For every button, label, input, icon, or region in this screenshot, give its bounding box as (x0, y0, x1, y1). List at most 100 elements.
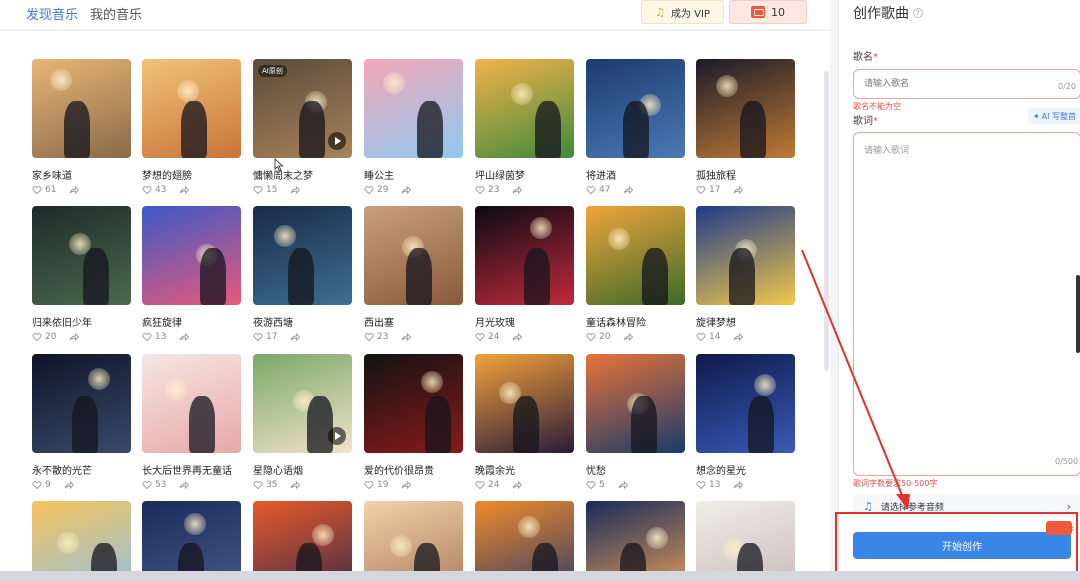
song-title[interactable]: 将进酒 (586, 167, 686, 182)
heart-icon[interactable] (586, 480, 596, 490)
share-icon[interactable] (64, 480, 74, 490)
song-card[interactable]: 坪山绿茵梦 23 (475, 59, 575, 195)
share-icon[interactable] (290, 480, 301, 490)
heart-icon[interactable] (364, 185, 374, 195)
song-card[interactable]: AI原创 慵懒周末之梦 15 (253, 59, 353, 195)
share-icon[interactable] (618, 480, 628, 490)
tab-discover-music[interactable]: 发现音乐 (26, 4, 78, 23)
song-card[interactable]: 归来依旧少年 20 (32, 206, 132, 342)
grid-scrollbar[interactable] (824, 71, 829, 371)
song-cover-image[interactable] (253, 501, 352, 581)
song-cover-image[interactable] (586, 354, 685, 453)
song-card[interactable]: 星隐心语烟 35 (253, 354, 353, 490)
song-card[interactable]: 童话森林冒险 20 (586, 206, 686, 342)
song-card[interactable] (696, 501, 796, 581)
song-cover-image[interactable] (696, 206, 795, 305)
song-card[interactable]: 疯狂旋律 13 (142, 206, 242, 342)
share-icon[interactable] (179, 185, 190, 195)
song-cover-image[interactable] (142, 501, 241, 581)
share-icon[interactable] (512, 185, 523, 195)
heart-icon[interactable] (586, 332, 596, 342)
song-title[interactable]: 西出塞 (364, 314, 464, 329)
heart-icon[interactable] (32, 332, 42, 342)
song-cover-image[interactable] (32, 59, 131, 158)
song-title[interactable]: 梦想的翅膀 (142, 167, 242, 182)
share-icon[interactable] (512, 332, 523, 342)
song-card[interactable]: 夜游西塘 17 (253, 206, 353, 342)
heart-icon[interactable] (475, 332, 485, 342)
share-icon[interactable] (623, 185, 634, 195)
song-title[interactable]: 坪山绿茵梦 (475, 167, 575, 182)
heart-icon[interactable] (253, 185, 263, 195)
song-title[interactable]: 归来依旧少年 (32, 314, 132, 329)
ai-write-button[interactable]: ✦ AI 写整首 (1028, 108, 1080, 124)
play-icon[interactable] (328, 427, 346, 445)
song-cover-image[interactable] (142, 206, 241, 305)
become-vip-button[interactable]: ♫ 成为 VIP (641, 0, 724, 24)
song-title[interactable]: 想念的星光 (696, 462, 796, 477)
tab-my-music[interactable]: 我的音乐 (90, 4, 142, 23)
song-title[interactable]: 爱的代价很昂贵 (364, 462, 464, 477)
song-card[interactable]: 月光玫瑰 24 (475, 206, 575, 342)
song-title[interactable]: 疯狂旋律 (142, 314, 242, 329)
share-icon[interactable] (401, 480, 412, 490)
song-card[interactable] (32, 501, 132, 581)
song-title[interactable]: 晚霞余光 (475, 462, 575, 477)
song-card[interactable]: 忧愁 5 (586, 354, 686, 490)
share-icon[interactable] (733, 480, 744, 490)
song-cover-image[interactable] (475, 501, 574, 581)
song-title[interactable]: 夜游西塘 (253, 314, 353, 329)
song-cover-image[interactable] (475, 59, 574, 158)
song-title[interactable]: 长大后世界再无童话 (142, 462, 242, 477)
heart-icon[interactable] (364, 332, 374, 342)
share-icon[interactable] (512, 480, 523, 490)
song-card[interactable]: 想念的星光 13 (696, 354, 796, 490)
song-cover-image[interactable] (364, 59, 463, 158)
song-card[interactable]: 晚霞余光 24 (475, 354, 575, 490)
song-name-input[interactable] (853, 69, 1080, 99)
song-cover-image[interactable] (364, 354, 463, 453)
song-title[interactable]: 慵懒周末之梦 (253, 167, 353, 182)
lyrics-textarea[interactable]: 请输入歌词 (853, 132, 1080, 476)
song-card[interactable] (253, 501, 353, 581)
heart-icon[interactable] (364, 480, 374, 490)
song-card[interactable]: 长大后世界再无童话 53 (142, 354, 242, 490)
song-cover-image[interactable] (475, 206, 574, 305)
heart-icon[interactable] (142, 332, 152, 342)
song-card[interactable]: 孤独旅程 17 (696, 59, 796, 195)
song-card[interactable]: 睡公主 29 (364, 59, 464, 195)
song-title[interactable]: 睡公主 (364, 167, 464, 182)
song-title[interactable]: 童话森林冒险 (586, 314, 686, 329)
share-icon[interactable] (290, 185, 301, 195)
song-card[interactable] (142, 501, 242, 581)
share-icon[interactable] (290, 332, 301, 342)
heart-icon[interactable] (586, 185, 596, 195)
song-cover-image[interactable] (586, 59, 685, 158)
share-icon[interactable] (623, 332, 634, 342)
song-card[interactable]: 家乡味道 61 (32, 59, 132, 195)
song-card[interactable]: 西出塞 23 (364, 206, 464, 342)
song-cover-image[interactable]: AI原创 (253, 59, 352, 158)
share-icon[interactable] (733, 185, 744, 195)
song-title[interactable]: 星隐心语烟 (253, 462, 353, 477)
song-title[interactable]: 月光玫瑰 (475, 314, 575, 329)
song-title[interactable]: 旋律梦想 (696, 314, 796, 329)
heart-icon[interactable] (32, 185, 42, 195)
song-cover-image[interactable] (364, 501, 463, 581)
song-card[interactable]: 永不散的光芒 9 (32, 354, 132, 490)
song-card[interactable]: 梦想的翅膀 43 (142, 59, 242, 195)
song-card[interactable] (586, 501, 686, 581)
song-cover-image[interactable] (586, 206, 685, 305)
song-title[interactable]: 忧愁 (586, 462, 686, 477)
heart-icon[interactable] (475, 185, 485, 195)
song-cover-image[interactable] (253, 206, 352, 305)
song-cover-image[interactable] (696, 354, 795, 453)
song-cover-image[interactable] (142, 354, 241, 453)
song-card[interactable] (364, 501, 464, 581)
coin-balance-button[interactable]: 10 (729, 0, 807, 24)
heart-icon[interactable] (142, 480, 152, 490)
panel-scrollbar[interactable] (1076, 275, 1080, 353)
song-card[interactable]: 将进酒 47 (586, 59, 686, 195)
song-cover-image[interactable] (364, 206, 463, 305)
share-icon[interactable] (69, 185, 80, 195)
